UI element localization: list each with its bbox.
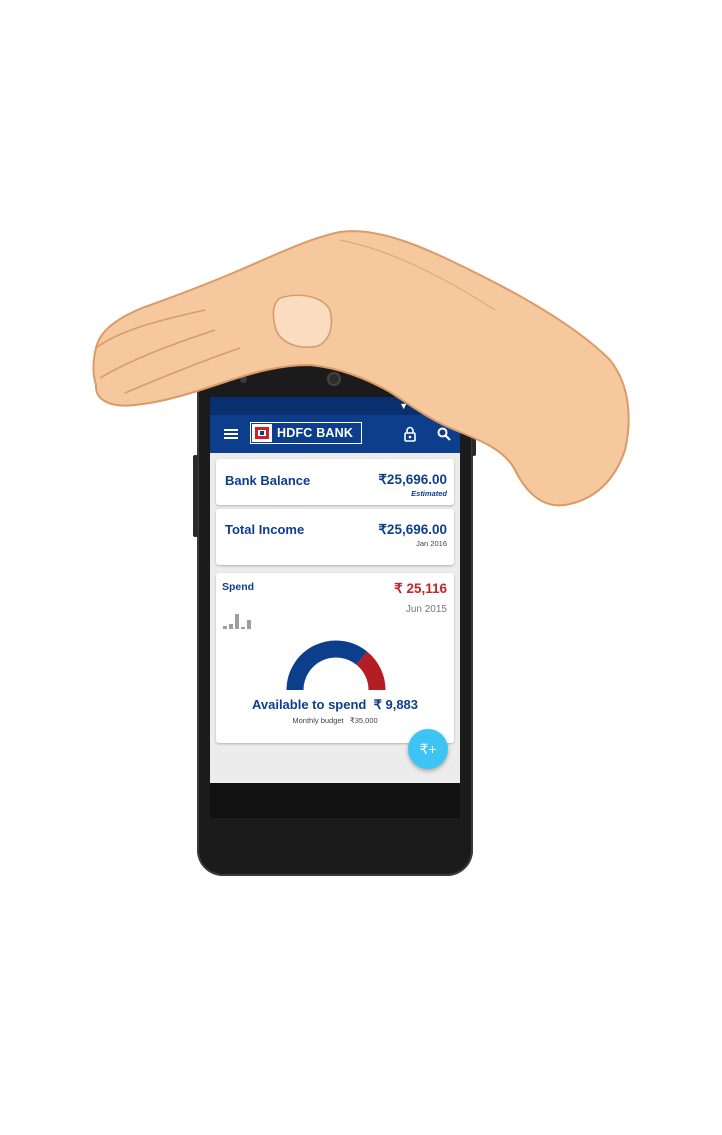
front-camera (240, 376, 247, 383)
available-label: Available to spend (251, 697, 367, 712)
wifi-icon: ▼ (399, 400, 409, 411)
monthly-budget: Monthly budget ₹35,000 (216, 716, 454, 725)
hdfc-bank-logo: HDFC BANK (250, 422, 362, 444)
budget-gauge (286, 640, 386, 691)
bank-balance-amount: ₹25,696.00 (378, 472, 447, 487)
total-income-card[interactable]: Total Income ₹25,696.00 Jan 2016 (216, 509, 454, 565)
battery-icon: ▮ (427, 400, 432, 410)
gauge-remaining-arc (286, 640, 368, 691)
gauge-spent-arc (356, 651, 386, 691)
spend-title: Spend (222, 581, 255, 593)
hamburger-menu-icon[interactable] (224, 429, 238, 439)
status-time: 12 (437, 400, 448, 411)
total-income-title: Total Income (225, 522, 305, 537)
bank-balance-title: Bank Balance (225, 473, 311, 488)
signal-icon: ◢ (414, 400, 422, 410)
budget-value: ₹35,000 (349, 716, 378, 725)
navigation-bar (210, 783, 460, 818)
earpiece-speaker (327, 372, 341, 386)
search-icon[interactable] (437, 427, 451, 441)
available-to-spend: Available to spend ₹ 9,883 (216, 697, 454, 713)
add-transaction-button[interactable]: ₹+ (408, 729, 448, 769)
bank-balance-card[interactable]: Bank Balance ₹25,696.00 Estimated (216, 459, 454, 505)
available-value: ₹ 9,883 (373, 697, 419, 712)
hdfc-logo-mark (252, 424, 272, 442)
status-bar: ▼ ◢ ▮ 12 (210, 397, 460, 415)
spend-card[interactable]: Spend ₹ 25,116 Jun 2015 Available to spe… (216, 573, 454, 743)
phone-side-button (193, 455, 198, 537)
rupee-plus-icon: ₹+ (419, 741, 437, 757)
bank-balance-note: Estimated (411, 489, 447, 498)
spend-month: Jun 2015 (405, 604, 447, 615)
app-bar: HDFC BANK (210, 415, 460, 453)
phone-power-button (472, 430, 476, 456)
spend-mini-bar-chart-icon (223, 613, 255, 629)
phone-screen: ▼ ◢ ▮ 12 HDFC BANK Bank Balance ₹25,696.… (210, 397, 460, 818)
budget-label: Monthly budget (292, 716, 344, 725)
total-income-amount: ₹25,696.00 (378, 522, 447, 537)
total-income-month: Jan 2016 (416, 539, 447, 548)
logo-text: HDFC BANK (277, 426, 354, 440)
spend-amount: ₹ 25,116 (394, 581, 447, 596)
lock-icon[interactable] (404, 426, 416, 442)
